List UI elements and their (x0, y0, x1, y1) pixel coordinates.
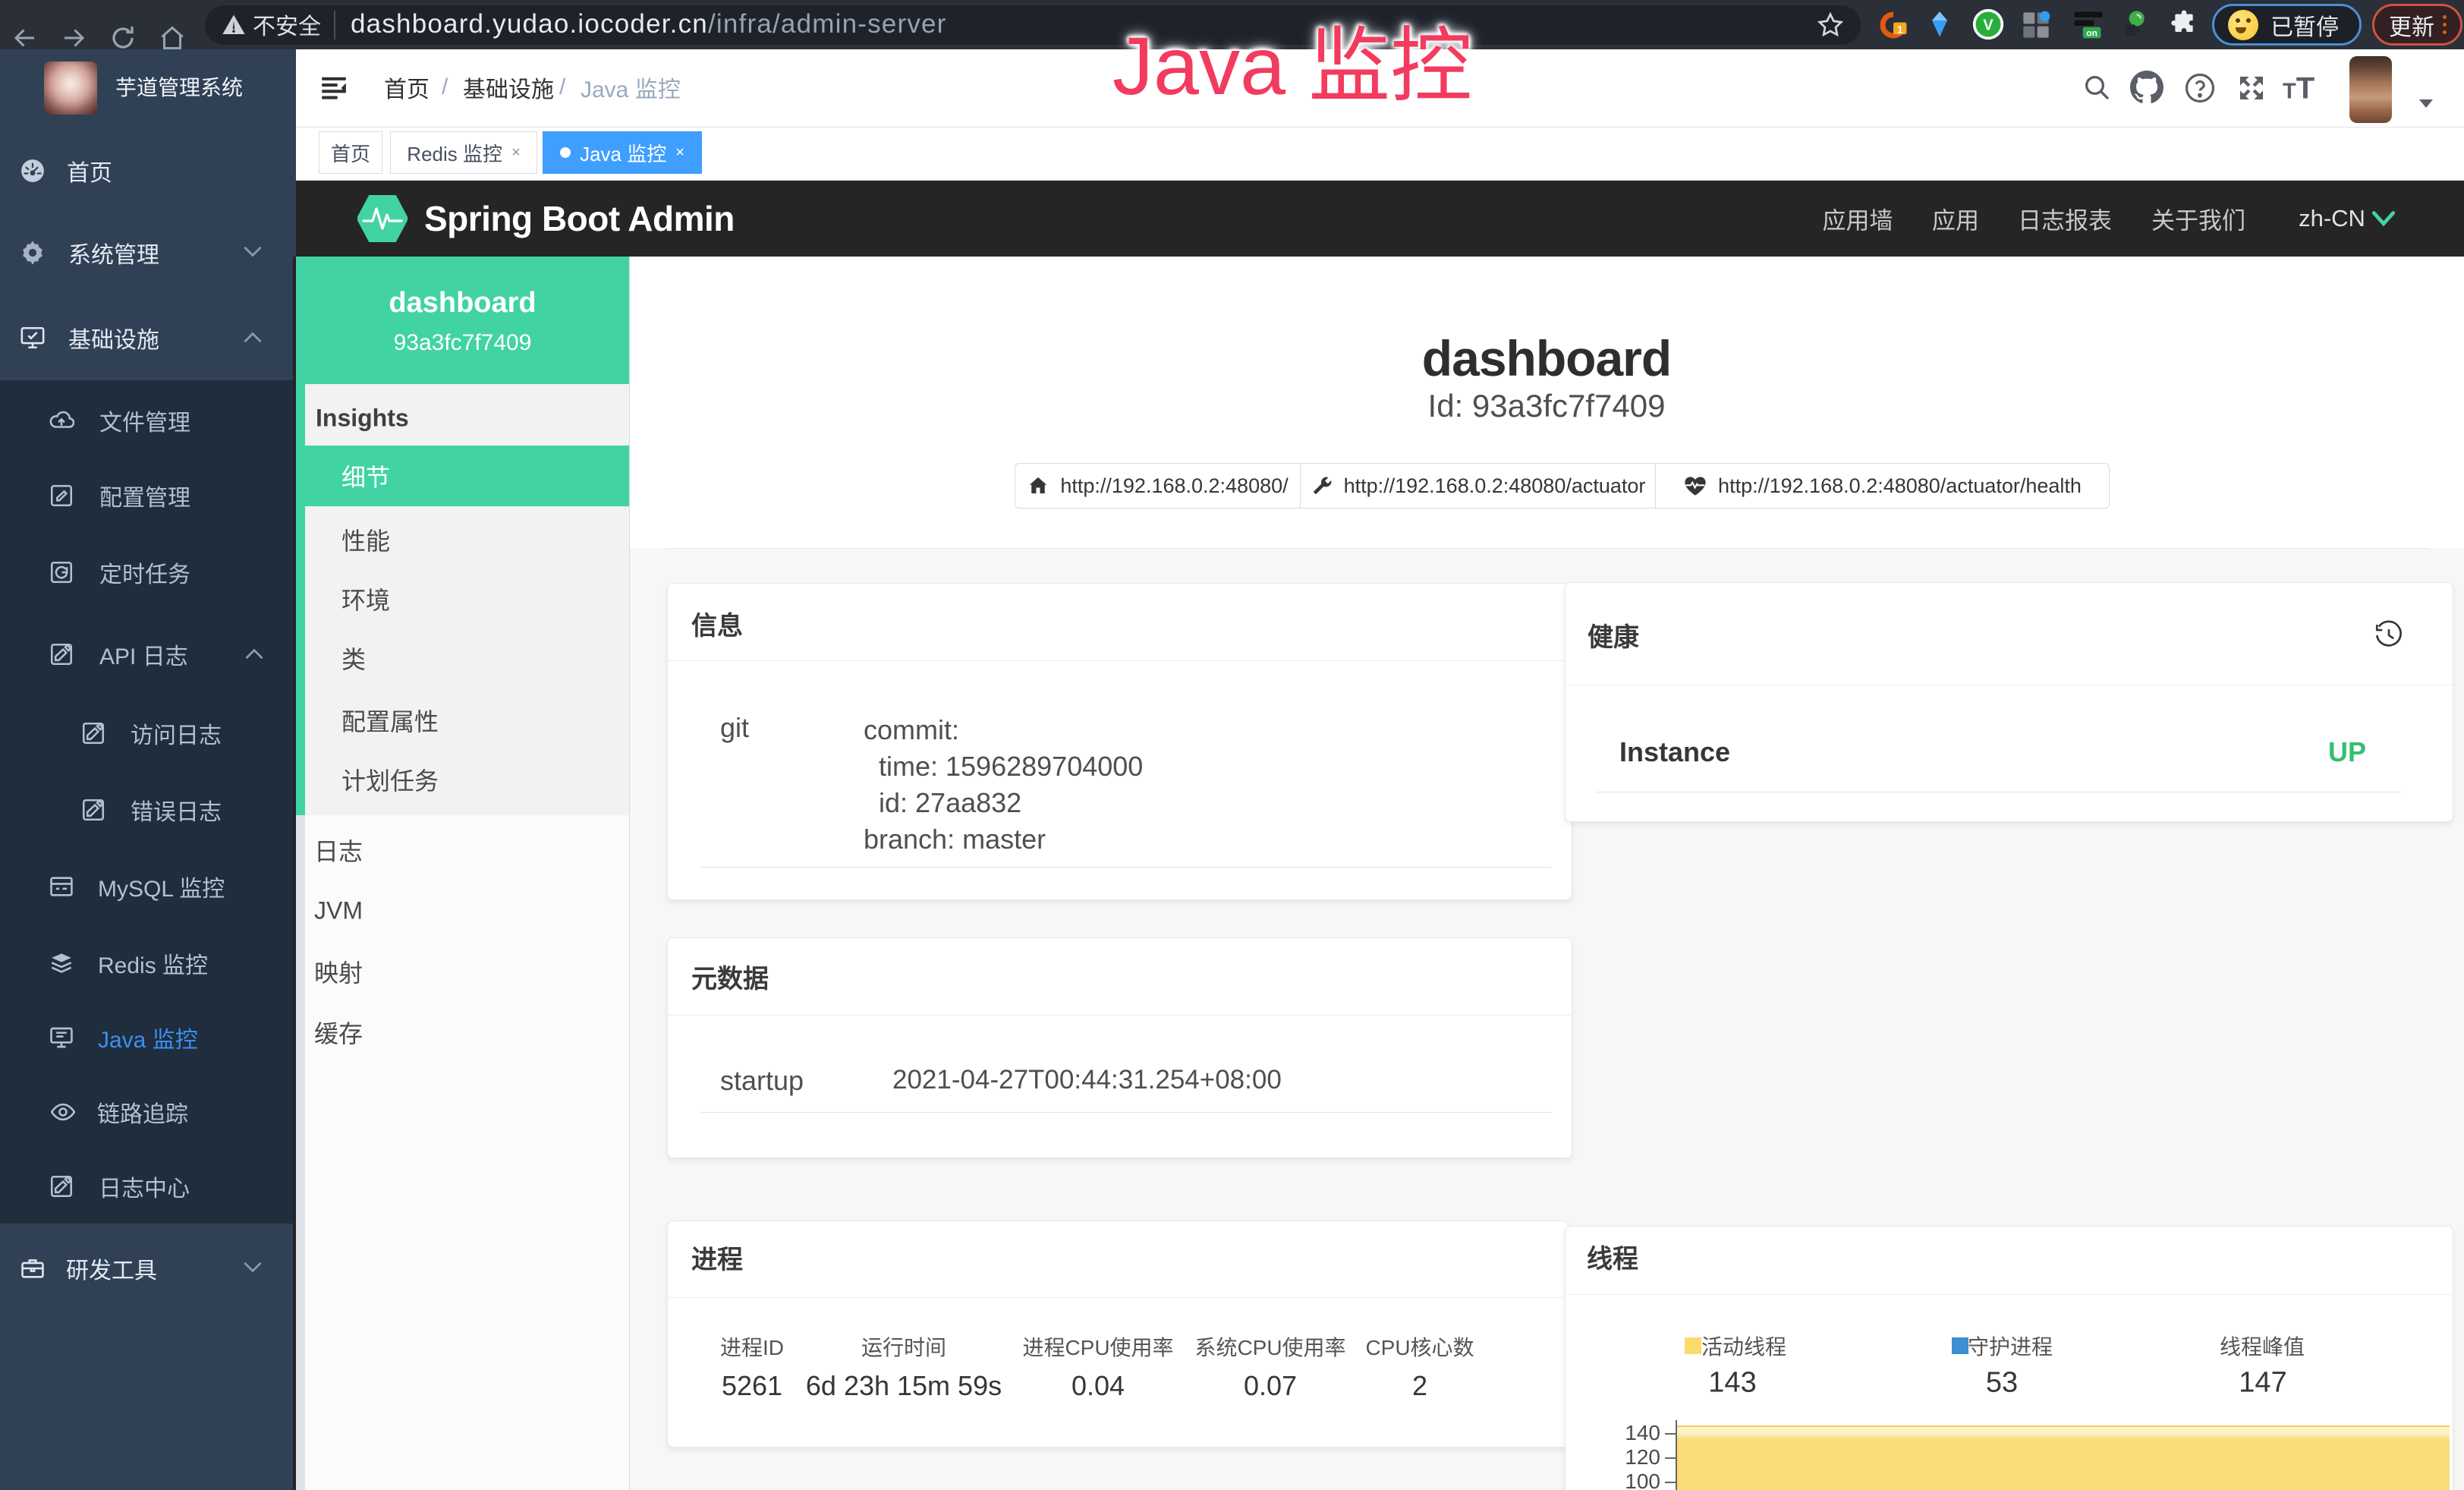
svg-text:1: 1 (1897, 24, 1903, 36)
svg-text:on: on (2086, 28, 2097, 39)
svg-text:V: V (1983, 17, 1994, 33)
